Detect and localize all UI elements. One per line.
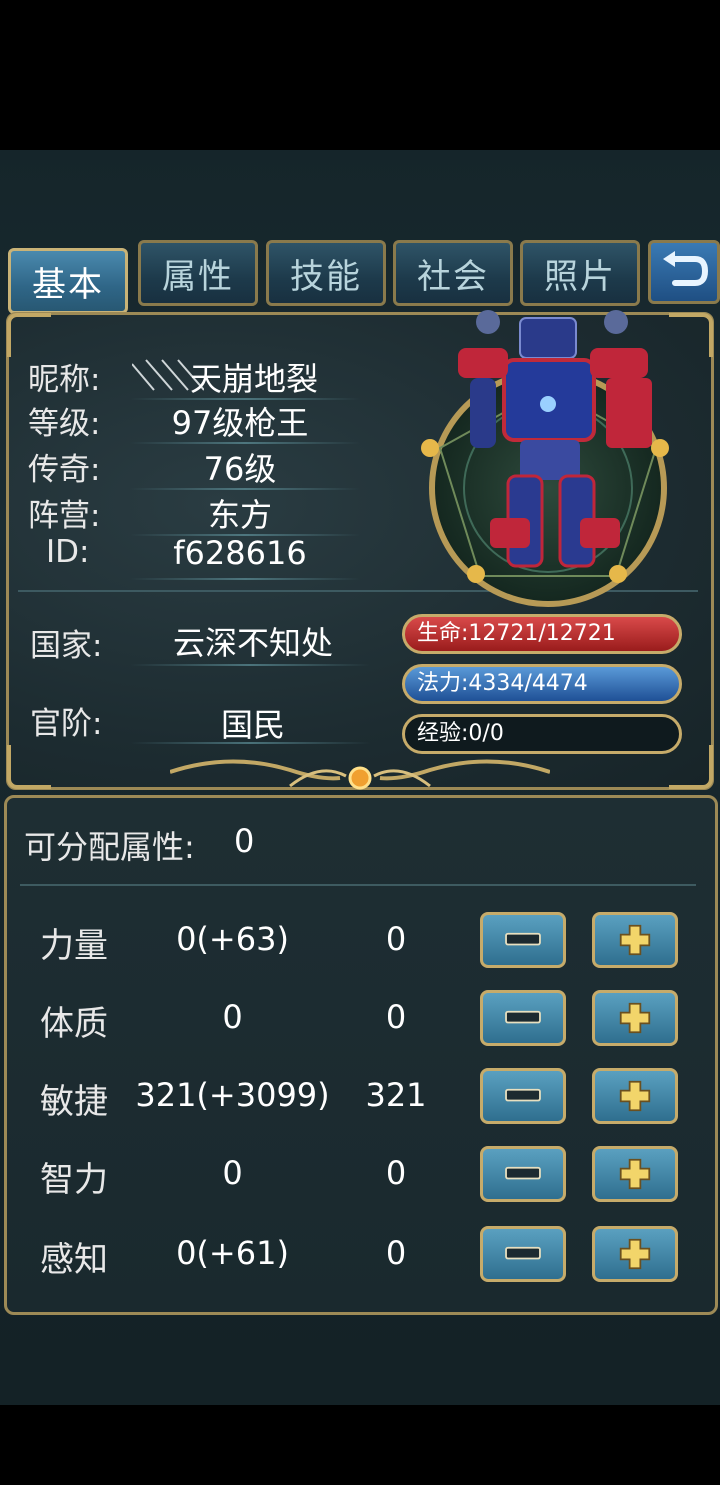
camp-label: 阵营: (28, 498, 101, 534)
nickname-label: 昵称: (28, 362, 101, 398)
level-label: 等级: (28, 406, 101, 442)
stat-name: 敏捷 (40, 1082, 108, 1122)
rank-value: 国民 (220, 706, 285, 744)
stat-base-value: 0 (222, 1154, 243, 1192)
id-label: ID: (46, 534, 90, 570)
return-arrow-icon (663, 251, 709, 286)
tab-photo[interactable]: 照片 (520, 240, 640, 306)
stat-allocated-value: 0 (385, 1154, 407, 1192)
bottom-black-band (0, 1405, 720, 1485)
stat-base-value: 321(+3099) (135, 1076, 330, 1114)
plus-icon (619, 924, 651, 956)
minus-icon (505, 1010, 541, 1024)
plus-icon (619, 1238, 651, 1270)
stat-name: 体质 (40, 1004, 108, 1044)
section-divider (20, 884, 696, 886)
plus-icon (619, 1158, 651, 1190)
minus-icon (505, 1088, 541, 1102)
panel-ornament (169, 756, 551, 796)
corner-ornament (7, 313, 51, 357)
decrease-button[interactable] (480, 990, 566, 1046)
rank-label: 官阶: (30, 706, 103, 742)
allocatable-points-value: 0 (234, 822, 255, 860)
decrease-button[interactable] (480, 1226, 566, 1282)
stat-base-value: 0(+63) (176, 920, 289, 958)
back-button[interactable] (648, 240, 720, 304)
tab-attributes[interactable]: 属性 (138, 240, 258, 306)
stat-allocated-value: 0 (385, 998, 407, 1036)
stat-base-value: 0(+61) (176, 1234, 289, 1272)
decrease-button[interactable] (480, 1146, 566, 1202)
minus-icon (505, 1246, 541, 1260)
tab-skills[interactable]: 技能 (266, 240, 386, 306)
legend-label: 传奇: (28, 452, 101, 488)
stat-name: 感知 (40, 1240, 108, 1280)
corner-ornament (7, 745, 51, 789)
tab-basic[interactable]: 基本 (8, 248, 128, 314)
decrease-button[interactable] (480, 912, 566, 968)
stat-allocated-value: 0 (385, 920, 407, 958)
corner-ornament (669, 745, 713, 789)
stat-base-value: 0 (222, 998, 243, 1036)
stat-allocated-value: 321 (365, 1076, 427, 1114)
legend-value: 76级 (203, 450, 277, 488)
plus-icon (619, 1080, 651, 1112)
plus-icon (619, 1002, 651, 1034)
increase-button[interactable] (592, 1068, 678, 1124)
decrease-button[interactable] (480, 1068, 566, 1124)
mp-bar: 法力:4334/4474 (402, 664, 682, 704)
minus-icon (505, 1166, 541, 1180)
stat-allocated-value: 0 (385, 1234, 407, 1272)
increase-button[interactable] (592, 912, 678, 968)
tab-social[interactable]: 社会 (393, 240, 513, 306)
country-value: 云深不知处 (172, 624, 333, 662)
minus-icon (505, 932, 541, 946)
increase-button[interactable] (592, 1226, 678, 1282)
stat-name: 智力 (40, 1160, 108, 1200)
top-black-band (0, 0, 720, 150)
row-underline (130, 664, 370, 666)
increase-button[interactable] (592, 1146, 678, 1202)
increase-button[interactable] (592, 990, 678, 1046)
country-label: 国家: (30, 628, 103, 664)
camp-value: 东方 (207, 496, 272, 534)
hp-bar: 生命:12721/12721 (402, 614, 682, 654)
allocatable-points-label: 可分配属性: (24, 828, 195, 866)
level-value: 97级枪王 (171, 404, 309, 442)
nickname-value: 天崩地裂 (190, 360, 319, 398)
stat-name: 力量 (40, 926, 108, 966)
row-underline (130, 578, 360, 580)
exp-bar: 经验:0/0 (402, 714, 682, 754)
row-underline (130, 742, 370, 744)
id-value: f628616 (173, 534, 307, 572)
character-portrait[interactable] (420, 308, 680, 608)
